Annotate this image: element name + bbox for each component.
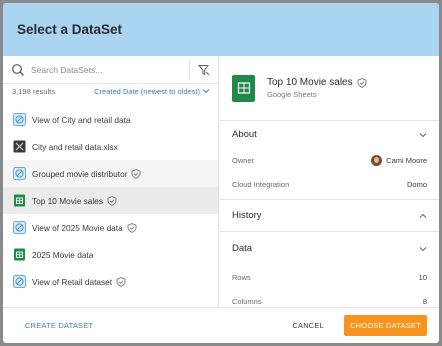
search-divider bbox=[189, 59, 190, 80]
excel-icon bbox=[13, 140, 26, 153]
google-sheets-icon bbox=[14, 194, 25, 207]
cloud-integration-row: Cloud Integration Domo bbox=[220, 172, 439, 196]
view-icon bbox=[13, 221, 26, 234]
list-item[interactable]: View of City and retail data bbox=[3, 106, 218, 133]
results-row: 3,198 results Created Date (newest to ol… bbox=[3, 84, 218, 98]
list-item[interactable]: View of 2025 Movie data bbox=[3, 214, 218, 241]
list-item-label: Grouped movie distributor bbox=[32, 168, 128, 179]
history-heading: History bbox=[232, 210, 262, 221]
sort-dropdown[interactable]: Created Date (newest to oldest) bbox=[94, 87, 210, 96]
list-item[interactable]: 2025 Movie data bbox=[3, 241, 218, 268]
list-item-label: City and retail data.xlsx bbox=[32, 141, 118, 152]
columns-value: 8 bbox=[422, 296, 427, 306]
dataset-detail-header: Top 10 Movie sales Google Sheets bbox=[220, 56, 439, 120]
select-dataset-modal: Select a DataSet 3,198 results Created D… bbox=[3, 3, 439, 343]
dataset-list-panel: 3,198 results Created Date (newest to ol… bbox=[3, 56, 219, 307]
choose-dataset-button[interactable]: CHOOSE DATASET bbox=[344, 315, 427, 336]
list-item-partial bbox=[3, 98, 218, 106]
dataset-title: Top 10 Movie sales bbox=[267, 77, 367, 88]
modal-title: Select a DataSet bbox=[17, 22, 123, 37]
dataset-title-text: Top 10 Movie sales bbox=[267, 77, 353, 88]
cancel-button[interactable]: CANCEL bbox=[292, 321, 324, 330]
certified-icon bbox=[357, 77, 367, 88]
search-bar bbox=[3, 56, 218, 84]
about-heading: About bbox=[232, 129, 257, 140]
view-icon bbox=[13, 167, 26, 180]
rows-value: 10 bbox=[418, 272, 427, 282]
list-item-label: View of Retail dataset bbox=[32, 276, 113, 287]
cloud-integration-label: Cloud Integration bbox=[232, 179, 290, 189]
search-input[interactable] bbox=[31, 64, 181, 75]
certified-icon bbox=[127, 222, 137, 233]
data-heading: Data bbox=[232, 243, 253, 254]
columns-label: Columns bbox=[232, 296, 262, 306]
owner-row: Owner Cami Moore bbox=[220, 148, 439, 172]
history-section-header[interactable]: History bbox=[220, 199, 439, 231]
rows-row: Rows 10 bbox=[220, 265, 439, 289]
chevron-down-icon bbox=[419, 246, 427, 251]
results-count: 3,198 results bbox=[12, 86, 55, 96]
owner-name: Cami Moore bbox=[386, 155, 427, 165]
dataset-source: Google Sheets bbox=[267, 90, 317, 99]
list-item-selected[interactable]: Top 10 Movie sales bbox=[3, 187, 218, 214]
list-item[interactable]: Grouped movie distributor bbox=[3, 160, 218, 187]
avatar bbox=[371, 154, 383, 166]
google-sheets-icon bbox=[14, 248, 25, 261]
view-icon bbox=[13, 275, 26, 288]
owner-value[interactable]: Cami Moore bbox=[371, 154, 427, 166]
chevron-up-icon bbox=[419, 213, 427, 218]
list-item-label: View of City and retail data bbox=[32, 114, 131, 125]
certified-icon bbox=[107, 195, 117, 206]
modal-body: 3,198 results Created Date (newest to ol… bbox=[3, 56, 439, 307]
about-section-header[interactable]: About bbox=[220, 120, 439, 148]
owner-label: Owner bbox=[232, 155, 255, 165]
modal-footer: CREATE DATASET CANCEL CHOOSE DATASET bbox=[3, 307, 439, 343]
list-item-label: Top 10 Movie sales bbox=[32, 195, 104, 206]
google-sheets-icon bbox=[232, 74, 255, 102]
data-section-header[interactable]: Data bbox=[220, 231, 439, 265]
view-icon bbox=[13, 113, 26, 126]
list-item[interactable]: View of Retail dataset bbox=[3, 268, 218, 295]
list-item[interactable]: City and retail data.xlsx bbox=[3, 133, 218, 160]
list-item-label: View of 2025 Movie data bbox=[32, 222, 123, 233]
sort-label: Created Date (newest to oldest) bbox=[94, 86, 200, 96]
dataset-detail-panel: Top 10 Movie sales Google Sheets About O… bbox=[220, 56, 439, 307]
chevron-down-icon bbox=[202, 89, 210, 94]
search-icon bbox=[12, 63, 24, 76]
certified-icon bbox=[116, 276, 126, 287]
list-item-label: 2025 Movie data bbox=[32, 249, 94, 260]
rows-label: Rows bbox=[232, 272, 251, 282]
certified-icon bbox=[132, 168, 141, 179]
chevron-down-icon bbox=[419, 132, 427, 137]
filter-icon[interactable] bbox=[198, 64, 210, 76]
create-dataset-button[interactable]: CREATE DATASET bbox=[25, 321, 93, 330]
modal-header: Select a DataSet bbox=[3, 3, 439, 56]
dataset-list: View of City and retail data City and re… bbox=[3, 98, 218, 295]
columns-row: Columns 8 bbox=[220, 289, 439, 307]
cloud-integration-value: Domo bbox=[406, 179, 427, 189]
